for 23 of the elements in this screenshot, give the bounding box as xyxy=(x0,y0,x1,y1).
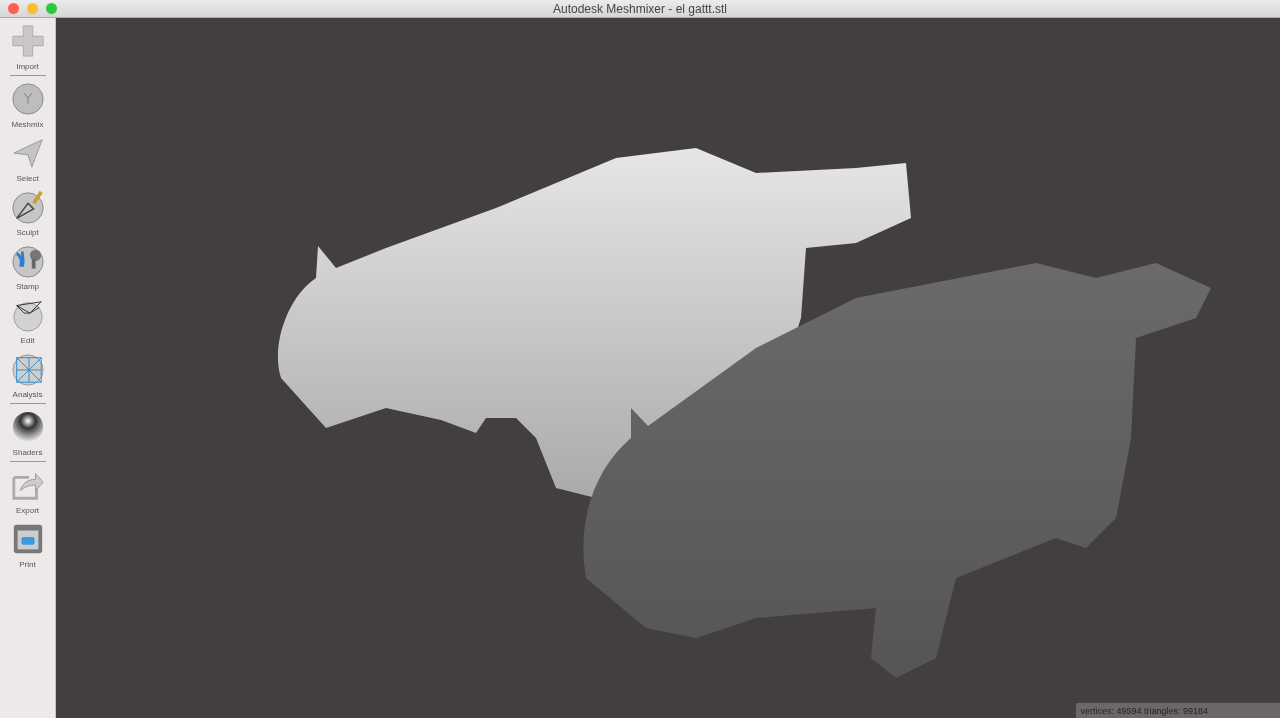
tool-button[interactable]: Select xyxy=(10,136,45,183)
zoom-button[interactable] xyxy=(46,3,57,14)
chrome-ball-icon xyxy=(10,410,45,444)
tool-button[interactable]: Edit xyxy=(10,298,45,345)
mesh-stats: vertices: 49594 triangles: 99184 xyxy=(1076,703,1280,718)
tool-button[interactable]: Meshmix xyxy=(10,82,45,129)
sphere-wireframe-icon xyxy=(10,352,45,386)
sphere-stamp-icon xyxy=(10,244,45,278)
minimize-button[interactable] xyxy=(27,3,38,14)
cursor-arrow-icon xyxy=(10,136,45,170)
tool-button[interactable]: Sculpt xyxy=(10,190,45,237)
sphere-mesh-icon xyxy=(10,298,45,332)
tool-button[interactable]: Export xyxy=(10,468,45,515)
tool-button[interactable]: Import xyxy=(10,24,45,71)
close-button[interactable] xyxy=(8,3,19,14)
window-title: Autodesk Meshmixer - el gattt.stl xyxy=(552,1,728,16)
tool-button[interactable]: Stamp xyxy=(10,244,45,291)
tool-button[interactable]: Print xyxy=(10,522,45,569)
sphere-icon xyxy=(10,82,45,116)
tool-button[interactable]: Analysis xyxy=(10,352,45,399)
sphere-brush-icon xyxy=(10,190,45,224)
tool-button[interactable]: Shaders xyxy=(10,410,45,457)
plus-icon xyxy=(10,24,45,58)
